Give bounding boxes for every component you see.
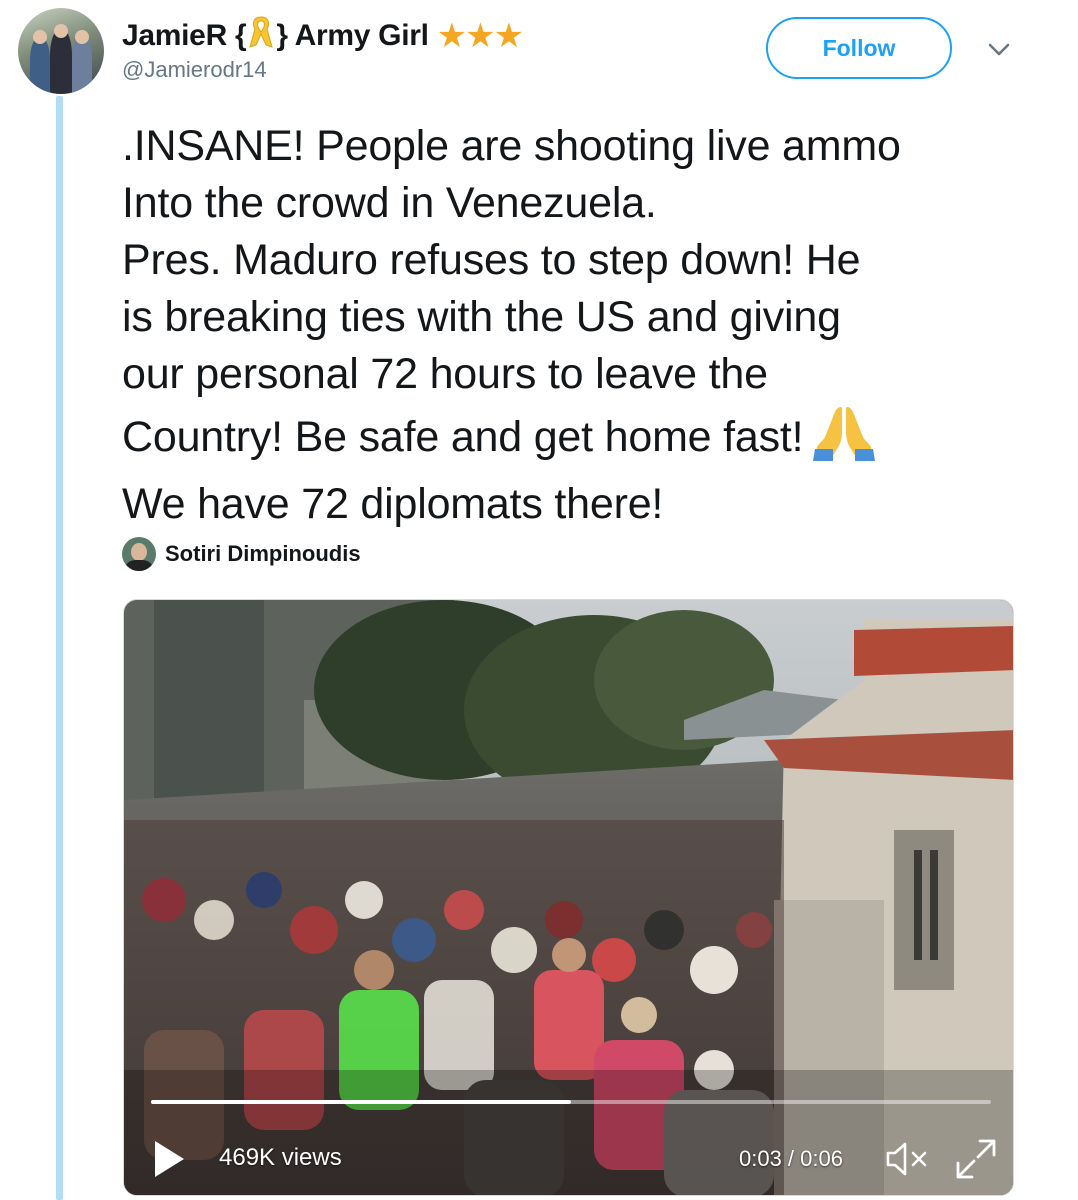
tweet-text-line: is breaking ties with the US and giving xyxy=(122,293,841,341)
video-attribution[interactable]: Sotiri Dimpinoudis xyxy=(122,537,361,571)
tweet-text-line: Into the crowd in Venezuela. xyxy=(122,179,657,227)
video-time: 0:03 / 0:06 xyxy=(739,1146,843,1171)
attribution-avatar xyxy=(122,537,156,571)
tweet-text-line: We have 72 diplomats there! xyxy=(122,480,664,528)
thread-line xyxy=(56,96,63,1200)
tweet-text-line-with-emoji: Country! Be safe and get home fast! xyxy=(122,403,1062,476)
folded-hands-icon xyxy=(813,403,876,476)
tweet-text-line: our personal 72 hours to leave the xyxy=(122,350,768,398)
star-icons: ★★★ xyxy=(436,17,524,55)
author-avatar[interactable] xyxy=(18,8,104,94)
tweet-text: .INSANE! People are shooting live ammo I… xyxy=(122,118,1062,533)
video-frame xyxy=(124,600,1013,1195)
display-name-suffix: } Army Girl xyxy=(276,19,429,52)
display-name-part: JamieR { xyxy=(122,19,247,52)
tweet-text-line: Country! Be safe and get home fast! xyxy=(122,412,804,461)
author-display-name[interactable]: JamieR { } Army Girl ★★★ xyxy=(122,14,524,58)
attribution-name: Sotiri Dimpinoudis xyxy=(165,541,361,566)
yellow-ribbon-icon xyxy=(248,14,274,58)
fullscreen-icon[interactable] xyxy=(954,1137,998,1181)
view-count: 469K views xyxy=(219,1144,342,1171)
chevron-down-icon[interactable] xyxy=(985,36,1013,64)
video-progress-fill xyxy=(151,1100,571,1104)
video-progress-bar[interactable] xyxy=(151,1100,991,1104)
tweet-text-line: .INSANE! People are shooting live ammo xyxy=(122,122,901,170)
tweet-text-line: Pres. Maduro refuses to step down! He xyxy=(122,236,861,284)
video-player[interactable]: 469K views 0:03 / 0:06 xyxy=(123,599,1014,1196)
mute-icon[interactable] xyxy=(884,1139,934,1179)
tweet-card: JamieR { } Army Girl ★★★ @Jamierodr14 Fo… xyxy=(0,0,1078,1200)
follow-button[interactable]: Follow xyxy=(766,17,952,79)
play-icon[interactable] xyxy=(152,1139,186,1179)
author-handle[interactable]: @Jamierodr14 xyxy=(122,57,267,83)
